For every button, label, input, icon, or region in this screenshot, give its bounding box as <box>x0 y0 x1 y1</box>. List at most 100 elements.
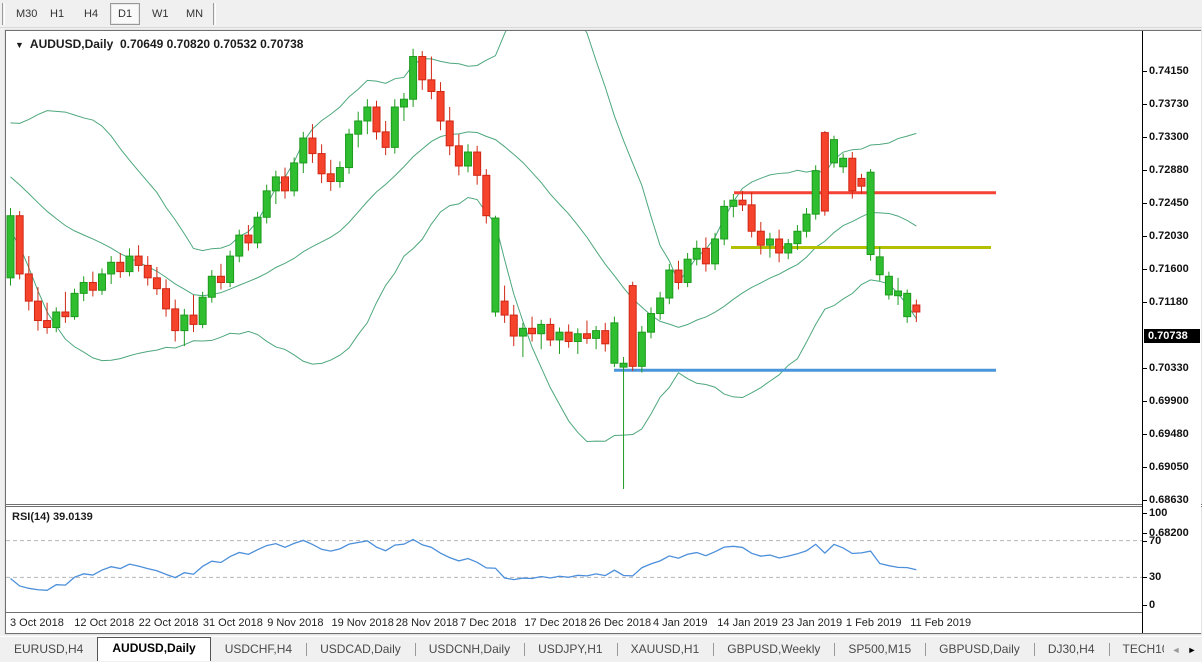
chart-tab-gbpusd[interactable]: GBPUSD,Weekly <box>713 639 834 661</box>
price-tick <box>1143 269 1147 270</box>
tab-scroll-right-button[interactable]: ► <box>1184 641 1200 659</box>
date-axis-label: 31 Oct 2018 <box>203 617 263 629</box>
price-tick <box>1143 137 1147 138</box>
candle <box>821 131 828 216</box>
chart-symbol: AUDUSD,Daily <box>30 37 113 51</box>
candle <box>181 309 188 346</box>
bollinger-middle-band <box>11 132 917 327</box>
timeframe-button-d1[interactable]: D1 <box>110 3 140 25</box>
candle <box>446 107 453 155</box>
toolbar-groove <box>213 3 216 25</box>
price-axis-label: 0.69050 <box>1149 461 1189 473</box>
tab-scroll-left-button[interactable]: ◄ <box>1168 641 1184 659</box>
chart-tab-xauusd[interactable]: XAUUSD,H1 <box>617 639 714 661</box>
timeframe-button-h1[interactable]: H1 <box>42 3 72 25</box>
chart-tab-usdchf[interactable]: USDCHF,H4 <box>211 639 306 661</box>
price-axis-label: 0.72880 <box>1149 164 1189 176</box>
candle <box>840 154 847 173</box>
price-tick <box>1143 434 1147 435</box>
toolbar-groove <box>2 3 5 25</box>
candle <box>602 323 609 352</box>
candle <box>254 212 261 248</box>
bollinger-lower-band <box>11 198 917 442</box>
rsi-tick <box>1143 605 1147 606</box>
candle <box>556 328 563 354</box>
rsi-axis-label: 70 <box>1149 535 1161 547</box>
candle <box>913 300 920 323</box>
candle <box>336 161 343 187</box>
rsi-axis-label: 0 <box>1149 599 1155 611</box>
candle <box>675 261 682 290</box>
candle <box>885 272 892 300</box>
candle <box>53 307 60 332</box>
candle <box>657 292 664 320</box>
candle <box>867 169 874 261</box>
candle <box>327 160 334 191</box>
chart-tab-usdjpy[interactable]: USDJPY,H1 <box>524 639 616 661</box>
candle <box>126 248 133 276</box>
candle <box>272 171 279 204</box>
rsi-panel[interactable]: RSI(14) 39.0139 <box>6 507 1142 612</box>
candle <box>144 256 151 286</box>
candle <box>318 144 325 183</box>
candle <box>904 289 911 322</box>
chart-tab-eurusd[interactable]: EURUSD,H4 <box>0 639 97 661</box>
candle <box>208 270 215 303</box>
candle <box>172 300 179 342</box>
price-tick <box>1143 236 1147 237</box>
timeframe-button-w1[interactable]: W1 <box>144 3 177 25</box>
candle <box>748 192 755 237</box>
rsi-axis-label: 30 <box>1149 571 1161 583</box>
price-axis-label: 0.69900 <box>1149 395 1189 407</box>
chart-tab-gbpusd[interactable]: GBPUSD,Daily <box>925 639 1034 661</box>
date-axis-label: 19 Nov 2018 <box>332 617 394 629</box>
candle <box>437 82 444 130</box>
candle <box>400 93 407 121</box>
timeframe-button-h4[interactable]: H4 <box>76 3 106 25</box>
candle <box>565 324 572 347</box>
candle <box>117 253 124 278</box>
price-axis-label: 0.73300 <box>1149 131 1189 143</box>
candle <box>702 237 709 271</box>
candle <box>501 286 508 323</box>
chart-tab-dj30[interactable]: DJ30,H4 <box>1034 639 1109 661</box>
candle <box>199 292 206 328</box>
rsi-indicator-label: RSI(14) 39.0139 <box>12 511 93 523</box>
date-axis-label: 23 Jan 2019 <box>782 617 843 629</box>
candle <box>346 129 353 174</box>
date-axis-label: 9 Nov 2018 <box>267 617 323 629</box>
chart-tab-audusd[interactable]: AUDUSD,Daily <box>97 637 210 661</box>
candle <box>538 320 545 350</box>
chart-tab-usdcnh[interactable]: USDCNH,Daily <box>415 639 524 661</box>
price-tick <box>1143 368 1147 369</box>
candle <box>776 230 783 263</box>
rsi-tick <box>1143 541 1147 542</box>
chart-tab-sp500[interactable]: SP500,M15 <box>834 639 925 661</box>
candle <box>574 328 581 354</box>
candle <box>519 323 526 357</box>
candle <box>89 272 96 297</box>
candle <box>666 264 673 304</box>
price-axis-label: 0.72030 <box>1149 230 1189 242</box>
chart-window: ▼AUDUSD,Daily 0.70649 0.70820 0.70532 0.… <box>5 30 1201 634</box>
rsi-tick <box>1143 577 1147 578</box>
chevron-down-icon[interactable]: ▼ <box>15 40 24 50</box>
candle <box>263 185 270 224</box>
date-axis-label: 11 Feb 2019 <box>910 617 971 629</box>
timeframe-button-mn[interactable]: MN <box>178 3 211 25</box>
price-chart-plot[interactable]: ▼AUDUSD,Daily 0.70649 0.70820 0.70532 0.… <box>6 31 1142 504</box>
candle <box>391 99 398 153</box>
date-axis-label: 22 Oct 2018 <box>139 617 199 629</box>
price-axis-label: 0.70330 <box>1149 362 1189 374</box>
candle <box>712 233 719 270</box>
candlestick-chart[interactable] <box>6 31 1142 504</box>
timeframe-button-m30[interactable]: M30 <box>8 3 45 25</box>
chart-tab-usdcad[interactable]: USDCAD,Daily <box>306 639 415 661</box>
price-axis-label: 0.68630 <box>1149 494 1189 506</box>
candle <box>236 230 243 263</box>
current-price-badge: 0.70738 <box>1144 329 1200 343</box>
date-axis-label: 12 Oct 2018 <box>74 617 134 629</box>
candle <box>611 317 618 367</box>
price-tick <box>1143 104 1147 105</box>
candle <box>785 239 792 259</box>
